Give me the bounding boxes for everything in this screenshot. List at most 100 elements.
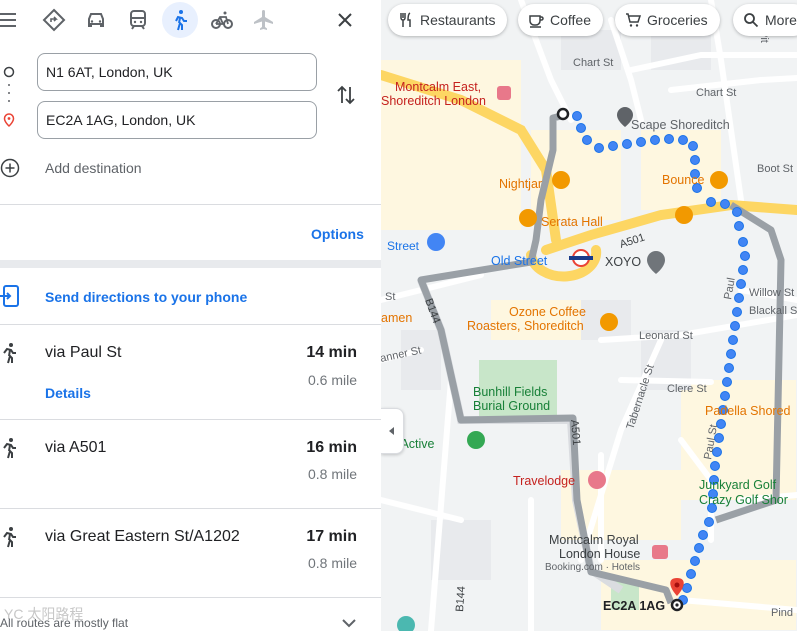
- shop-icon: [427, 233, 445, 251]
- mode-walking-button[interactable]: [162, 2, 198, 38]
- waypoint-connector: [7, 84, 11, 110]
- place-label: Bounce: [662, 173, 704, 187]
- place-label: Montcalm East,: [395, 80, 481, 94]
- mode-flights-button[interactable]: [246, 2, 282, 38]
- cart-icon: [626, 13, 641, 27]
- route-duration: 17 min: [306, 528, 357, 545]
- close-icon: [338, 13, 352, 27]
- street-label: A501: [568, 419, 582, 446]
- send-to-phone-button[interactable]: Send directions to your phone: [0, 280, 381, 316]
- chevron-down-icon[interactable]: [340, 616, 358, 630]
- options-button[interactable]: Options: [311, 226, 364, 242]
- street-label: Pind: [771, 607, 793, 619]
- street-label: Street: [387, 239, 420, 253]
- place-label: amen: [381, 311, 412, 325]
- route-distance: 0.8 mile: [307, 555, 357, 571]
- street-label: St: [385, 291, 395, 303]
- send-to-phone-icon: [0, 285, 19, 307]
- route-duration: 16 min: [306, 439, 357, 456]
- destination-pin-icon: [3, 113, 15, 127]
- place-label: Junkyard Golf: [699, 478, 777, 492]
- route-option-2[interactable]: via A501 16 min 0.8 mile: [0, 420, 381, 508]
- swap-waypoints-button[interactable]: [333, 82, 359, 108]
- chip-more[interactable]: More: [733, 4, 797, 36]
- train-icon: [130, 10, 146, 30]
- hotel-icon: [588, 471, 606, 489]
- place-label: Padella Shored: [705, 404, 791, 418]
- place-label: Roasters, Shoreditch: [467, 319, 584, 333]
- route-distance: 0.8 mile: [307, 466, 357, 482]
- route-duration: 14 min: [306, 344, 357, 361]
- terrain-note: All routes are mostly flat: [0, 616, 129, 630]
- place-label: London House: [559, 547, 640, 561]
- walk-icon: [3, 438, 16, 459]
- street-label: Boot St: [757, 163, 793, 175]
- origin-input[interactable]: [37, 53, 317, 91]
- bar-icon: [552, 171, 570, 189]
- chip-restaurants[interactable]: Restaurants: [388, 4, 508, 36]
- street-label: Leonard St: [639, 330, 693, 342]
- place-label: Burial Ground: [473, 399, 550, 413]
- street-label: Chart St: [696, 87, 736, 99]
- mode-transit-button[interactable]: [120, 2, 156, 38]
- section-separator: [0, 260, 381, 268]
- place-label: Scape Shoreditch: [631, 118, 730, 132]
- chip-label: More: [765, 12, 797, 28]
- mode-best-button[interactable]: [36, 2, 72, 38]
- bar-icon: [675, 206, 693, 224]
- street-label: Willow St: [749, 287, 794, 299]
- plane-icon: [254, 10, 273, 30]
- search-icon: [744, 13, 759, 28]
- map-tiles[interactable]: Chart St Chart St Pit Boot St Willow St …: [381, 0, 797, 631]
- route-option-1[interactable]: via Paul St 14 min 0.6 mile Details: [0, 325, 381, 419]
- street-label: Clere St: [667, 383, 707, 395]
- coffee-icon: [529, 15, 544, 28]
- close-directions-button[interactable]: [327, 2, 363, 38]
- travel-mode-bar: [0, 0, 381, 42]
- street-label: Blackall S: [749, 305, 797, 317]
- place-label: Booking.com · Hotels: [545, 562, 640, 573]
- place-label: Shoreditch London: [381, 94, 486, 108]
- add-destination-button[interactable]: Add destination: [0, 154, 381, 184]
- route-via-label: via Paul St: [45, 344, 122, 361]
- place-label: Montcalm Royal: [549, 533, 639, 547]
- origin-circle-icon: [3, 66, 15, 78]
- place-label: Ozone Coffee: [509, 305, 586, 319]
- chip-label: Restaurants: [420, 12, 496, 28]
- chip-label: Coffee: [550, 12, 591, 28]
- place-label: Travelodge: [513, 474, 575, 488]
- route-via-label: via A501: [45, 439, 107, 456]
- walk-icon: [3, 343, 16, 364]
- place-label: Nightjar: [499, 177, 542, 191]
- destination-input[interactable]: [37, 101, 317, 139]
- divider: [0, 597, 381, 598]
- chip-label: Groceries: [647, 12, 708, 28]
- route-distance: 0.6 mile: [307, 372, 357, 388]
- mode-cycling-button[interactable]: [204, 2, 240, 38]
- route-details-link[interactable]: Details: [45, 385, 91, 401]
- menu-button[interactable]: [0, 2, 22, 38]
- origin-marker[interactable]: [556, 107, 570, 121]
- add-destination-label: Add destination: [45, 160, 142, 176]
- route-via-label: via Great Eastern St/A1202: [45, 528, 240, 545]
- place-label: Old Street: [491, 254, 548, 268]
- diamond-route-icon: [42, 8, 66, 32]
- caret-left-icon: [389, 427, 394, 435]
- chip-coffee[interactable]: Coffee: [518, 4, 603, 36]
- mode-driving-button[interactable]: [78, 2, 114, 38]
- route-option-3[interactable]: via Great Eastern St/A1202 17 min 0.8 mi…: [0, 509, 381, 597]
- place-label: XOYO: [605, 255, 641, 269]
- collapse-panel-button[interactable]: [381, 408, 404, 454]
- gym-icon: [467, 431, 485, 449]
- place-label: Bunhill Fields: [473, 385, 547, 399]
- walk-icon: [175, 10, 187, 31]
- send-to-phone-label: Send directions to your phone: [45, 289, 248, 305]
- bar-icon: [519, 209, 537, 227]
- car-icon: [88, 13, 104, 27]
- chip-groceries[interactable]: Groceries: [615, 4, 720, 36]
- add-circle-icon: [0, 158, 20, 178]
- map-canvas[interactable]: Chart St Chart St Pit Boot St Willow St …: [381, 0, 797, 631]
- street-label: B144: [454, 586, 468, 612]
- bar-icon: [710, 171, 728, 189]
- fork-knife-icon: [400, 12, 411, 27]
